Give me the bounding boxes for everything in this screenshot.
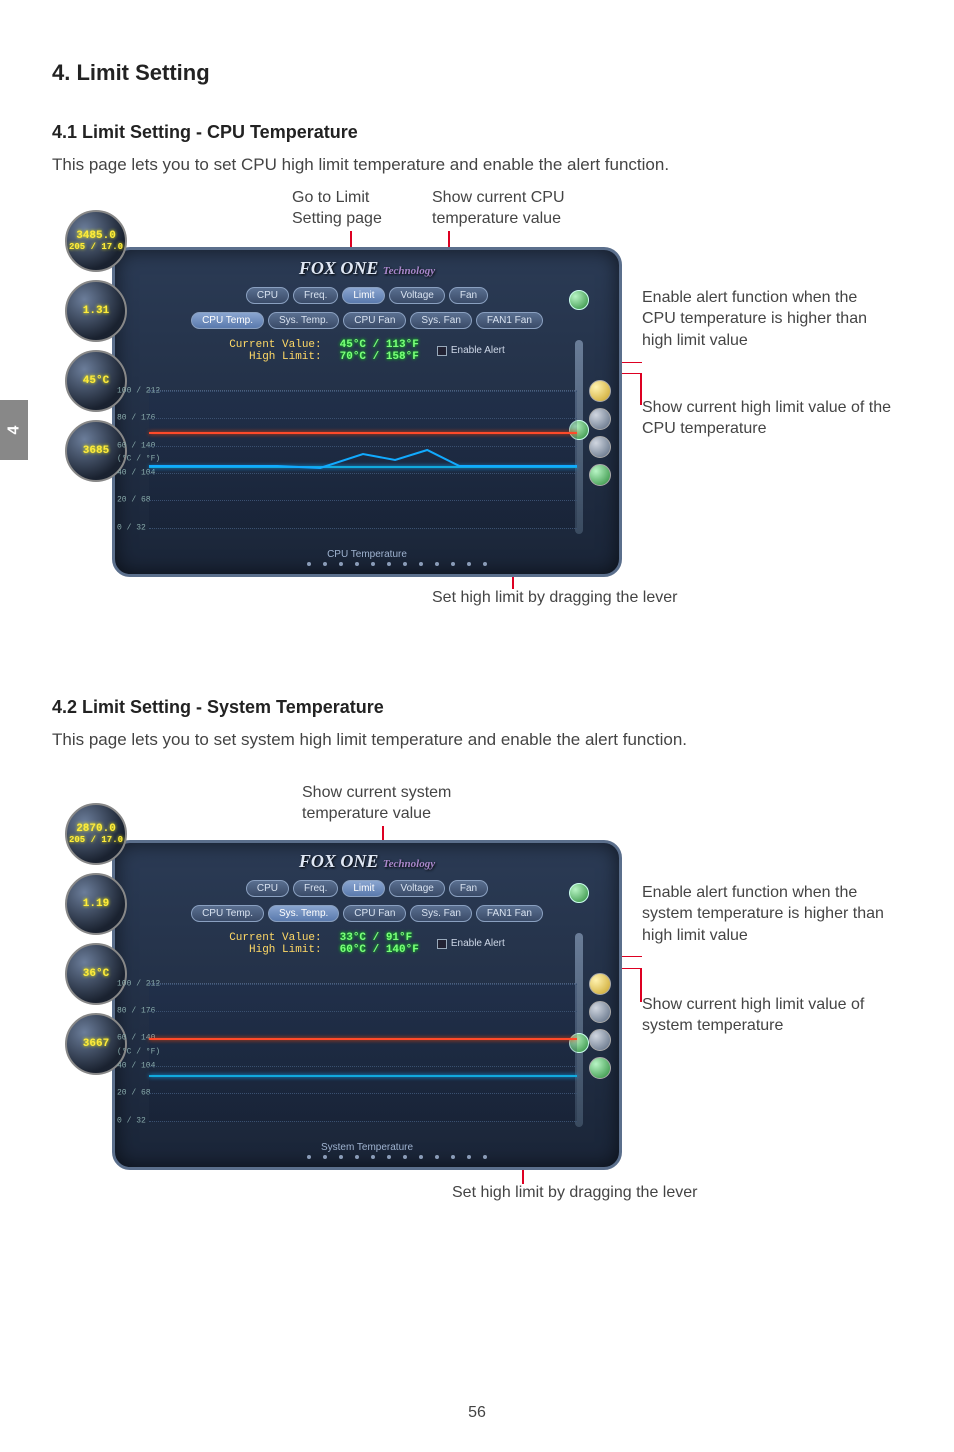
- callout-show-current-cpu: Show current CPU temperature value: [432, 187, 565, 230]
- power-orb[interactable]: [569, 290, 589, 310]
- foxone-panel: 3485.0205 / 17.0 1.31 45°C 3685 FOX ONE …: [112, 247, 622, 577]
- tab-cpu[interactable]: CPU: [246, 287, 289, 304]
- current-value: 45°C / 113°F: [340, 339, 419, 351]
- sub-tabs: CPU Temp. Sys. Temp. CPU Fan Sys. Fan FA…: [115, 905, 619, 922]
- high-limit-line: [149, 1038, 577, 1040]
- high-limit-line: [149, 432, 577, 434]
- callout-show-current-sys: Show current system temperature value: [302, 782, 451, 825]
- enable-alert-label: Enable Alert: [451, 345, 505, 356]
- callout-enable-alert: Enable alert function when the CPU tempe…: [642, 287, 892, 352]
- main-tabs: CPU Freq. Limit Voltage Fan: [115, 880, 619, 897]
- callout-go-to-limit: Go to Limit Setting page: [292, 187, 382, 230]
- subtab-cpu-fan[interactable]: CPU Fan: [343, 905, 406, 922]
- orb-button[interactable]: [589, 380, 611, 402]
- callout-set-lever: Set high limit by dragging the lever: [432, 587, 677, 609]
- subtab-sys-temp[interactable]: Sys. Temp.: [268, 905, 339, 922]
- side-orbs: [589, 380, 611, 486]
- high-limit-label: High Limit:: [229, 944, 321, 956]
- main-tabs: CPU Freq. Limit Voltage Fan: [115, 287, 619, 304]
- subtab-cpu-fan[interactable]: CPU Fan: [343, 312, 406, 329]
- chapter-tab: 4: [0, 400, 28, 460]
- current-value: 33°C / 91°F: [340, 932, 419, 944]
- gauge-freq: 3485.0205 / 17.0: [65, 210, 127, 272]
- high-limit-value: 60°C / 140°F: [340, 944, 419, 956]
- subtab-fan1[interactable]: FAN1 Fan: [476, 905, 543, 922]
- tab-freq[interactable]: Freq.: [293, 880, 338, 897]
- gauge-temp: 36°C: [65, 943, 127, 1005]
- pager-dots: [235, 1155, 559, 1161]
- page-number: 56: [0, 1404, 954, 1422]
- chart-area: 100 / 212 80 / 176 60 / 140 (°C / °F) 40…: [149, 390, 577, 528]
- enable-alert-row[interactable]: Enable Alert: [437, 938, 505, 949]
- orb-button[interactable]: [589, 1057, 611, 1079]
- figure-42: Show current system temperature value En…: [52, 762, 902, 1242]
- leader-line: [640, 373, 642, 405]
- callout-high-limit-sys: Show current high limit value of system …: [642, 994, 892, 1037]
- tab-fan[interactable]: Fan: [449, 880, 488, 897]
- ytick: 0 / 32: [117, 523, 146, 532]
- section-42-body: This page lets you to set system high li…: [52, 728, 902, 752]
- orb-button[interactable]: [589, 1029, 611, 1051]
- temperature-trace: [149, 1075, 577, 1077]
- orb-button[interactable]: [589, 973, 611, 995]
- yaxis-label: (°C / °F): [117, 1048, 160, 1057]
- figure-41: Go to Limit Setting page Show current CP…: [52, 187, 902, 667]
- current-value-label: Current Value:: [229, 339, 321, 351]
- tab-freq[interactable]: Freq.: [293, 287, 338, 304]
- page-title: 4. Limit Setting: [52, 60, 902, 86]
- leader-line: [640, 968, 642, 1002]
- brand-title: FOX ONE Technology: [115, 250, 619, 279]
- brand-title: FOX ONE Technology: [115, 843, 619, 872]
- power-orb[interactable]: [569, 883, 589, 903]
- readout-row: Current Value: High Limit: 45°C / 113°F …: [115, 339, 619, 363]
- high-limit-label: High Limit:: [229, 351, 321, 363]
- sub-tabs: CPU Temp. Sys. Temp. CPU Fan Sys. Fan FA…: [115, 312, 619, 329]
- section-41-heading: 4.1 Limit Setting - CPU Temperature: [52, 122, 902, 143]
- enable-alert-checkbox[interactable]: [437, 939, 447, 949]
- side-orbs: [589, 973, 611, 1079]
- chart-title: System Temperature: [115, 1142, 619, 1153]
- callout-set-lever-sys: Set high limit by dragging the lever: [452, 1182, 697, 1204]
- subtab-sys-fan[interactable]: Sys. Fan: [410, 312, 471, 329]
- enable-alert-row[interactable]: Enable Alert: [437, 345, 505, 356]
- section-41-body: This page lets you to set CPU high limit…: [52, 153, 902, 177]
- readout-row: Current Value: High Limit: 33°C / 91°F 6…: [115, 932, 619, 956]
- tab-cpu[interactable]: CPU: [246, 880, 289, 897]
- section-42-heading: 4.2 Limit Setting - System Temperature: [52, 697, 902, 718]
- callout-high-limit: Show current high limit value of the CPU…: [642, 397, 892, 440]
- subtab-fan1[interactable]: FAN1 Fan: [476, 312, 543, 329]
- subtab-sys-fan[interactable]: Sys. Fan: [410, 905, 471, 922]
- ytick: 20 / 68: [117, 496, 151, 505]
- gauge-temp: 45°C: [65, 350, 127, 412]
- tab-limit[interactable]: Limit: [342, 287, 385, 304]
- orb-button[interactable]: [589, 436, 611, 458]
- chart-area: 100 / 212 80 / 176 60 / 140 (°C / °F) 40…: [149, 983, 577, 1121]
- enable-alert-label: Enable Alert: [451, 938, 505, 949]
- orb-button[interactable]: [589, 1001, 611, 1023]
- subtab-cpu-temp[interactable]: CPU Temp.: [191, 905, 264, 922]
- tab-limit[interactable]: Limit: [342, 880, 385, 897]
- pager-dots: [235, 562, 559, 568]
- orb-button[interactable]: [589, 464, 611, 486]
- gauge-volt: 1.19: [65, 873, 127, 935]
- foxone-panel: 2870.0205 / 17.0 1.19 36°C 3667 FOX ONE …: [112, 840, 622, 1170]
- chart-title: CPU Temperature: [115, 549, 619, 560]
- current-value-label: Current Value:: [229, 932, 321, 944]
- tab-voltage[interactable]: Voltage: [389, 287, 444, 304]
- tab-voltage[interactable]: Voltage: [389, 880, 444, 897]
- enable-alert-checkbox[interactable]: [437, 346, 447, 356]
- gauge-volt: 1.31: [65, 280, 127, 342]
- subtab-sys-temp[interactable]: Sys. Temp.: [268, 312, 339, 329]
- callout-enable-alert-sys: Enable alert function when the system te…: [642, 882, 892, 947]
- ytick: 0 / 32: [117, 1116, 146, 1125]
- temperature-trace: [149, 466, 577, 468]
- gauge-freq: 2870.0205 / 17.0: [65, 803, 127, 865]
- tab-fan[interactable]: Fan: [449, 287, 488, 304]
- high-limit-value: 70°C / 158°F: [340, 351, 419, 363]
- subtab-cpu-temp[interactable]: CPU Temp.: [191, 312, 264, 329]
- orb-button[interactable]: [589, 408, 611, 430]
- ytick: 20 / 68: [117, 1089, 151, 1098]
